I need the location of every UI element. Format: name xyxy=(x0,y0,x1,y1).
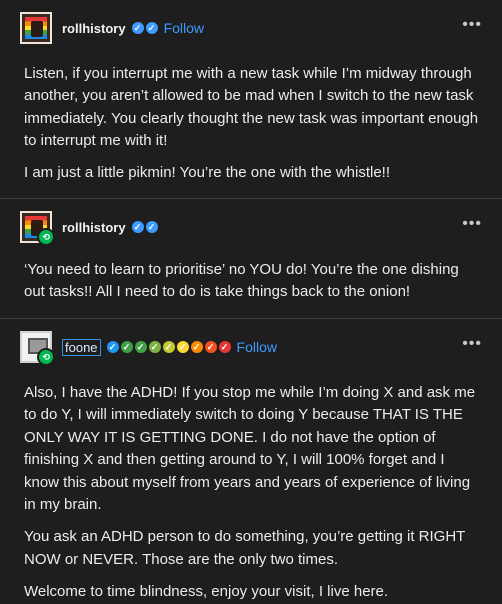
post-body: Listen, if you interrupt me with a new t… xyxy=(24,63,482,184)
post-paragraph: I am just a little pikmin! You’re the on… xyxy=(24,163,391,181)
badge-icon: ✓ xyxy=(120,341,133,353)
post-rollhistory: rollhistory ✓ ✓ Follow ••• Listen, if yo… xyxy=(0,0,502,198)
more-options-icon[interactable]: ••• xyxy=(462,12,482,44)
post-paragraph: You ask an ADHD person to do something, … xyxy=(24,528,466,568)
badge-icon: ✓ xyxy=(134,341,147,353)
more-options-icon[interactable]: ••• xyxy=(462,331,482,363)
post-paragraph: Listen, if you interrupt me with a new t… xyxy=(24,65,479,150)
badge-icon: ✓ xyxy=(176,341,189,353)
more-options-icon[interactable]: ••• xyxy=(462,211,482,243)
badge-icon: ✓ xyxy=(204,341,217,353)
post-header: ⟲ rollhistory ✓ ✓ xyxy=(20,211,486,246)
post-paragraph: Also, I have the ADHD! If you stop me wh… xyxy=(24,384,476,514)
badges: ✓ ✓ xyxy=(130,22,158,34)
post-body: Also, I have the ADHD! If you stop me wh… xyxy=(24,382,482,604)
verified-badge-icon: ✓ xyxy=(131,221,144,233)
username[interactable]: rollhistory xyxy=(62,21,126,36)
follow-button[interactable]: Follow xyxy=(237,339,277,355)
verified-badge-icon: ✓ xyxy=(145,22,158,34)
username[interactable]: foone xyxy=(62,338,101,356)
post-paragraph: Welcome to time blindness, enjoy your vi… xyxy=(24,583,389,601)
reblog-icon: ⟲ xyxy=(37,228,55,246)
follow-button[interactable]: Follow xyxy=(164,20,204,36)
badge-icon: ✓ xyxy=(106,341,119,353)
post-header: rollhistory ✓ ✓ Follow xyxy=(20,12,486,44)
badge-icon: ✓ xyxy=(190,341,203,353)
post-header: ⟲ foone ✓ ✓ ✓ ✓ ✓ ✓ ✓ ✓ ✓ Follow xyxy=(20,331,486,366)
reblog-rollhistory: ⟲ rollhistory ✓ ✓ ••• ‘You need to learn… xyxy=(0,198,502,318)
avatar[interactable]: ⟲ xyxy=(20,331,55,366)
badges: ✓ ✓ xyxy=(130,221,158,233)
badge-icon: ✓ xyxy=(218,341,231,353)
avatar[interactable] xyxy=(20,12,52,44)
avatar[interactable]: ⟲ xyxy=(20,211,55,246)
username[interactable]: rollhistory xyxy=(62,220,126,235)
verified-badge-icon: ✓ xyxy=(145,221,158,233)
reblog-foone: ⟲ foone ✓ ✓ ✓ ✓ ✓ ✓ ✓ ✓ ✓ Follow ••• Also, I hav… xyxy=(0,318,502,600)
post-body: ‘You need to learn to prioritise’ no YOU… xyxy=(24,259,482,304)
verified-badge-icon: ✓ xyxy=(131,22,144,34)
badges: ✓ ✓ ✓ ✓ ✓ ✓ ✓ ✓ ✓ xyxy=(105,341,231,353)
post-paragraph: ‘You need to learn to prioritise’ no YOU… xyxy=(24,261,459,301)
badge-icon: ✓ xyxy=(148,341,161,353)
badge-icon: ✓ xyxy=(162,341,175,353)
reblog-icon: ⟲ xyxy=(37,348,55,366)
